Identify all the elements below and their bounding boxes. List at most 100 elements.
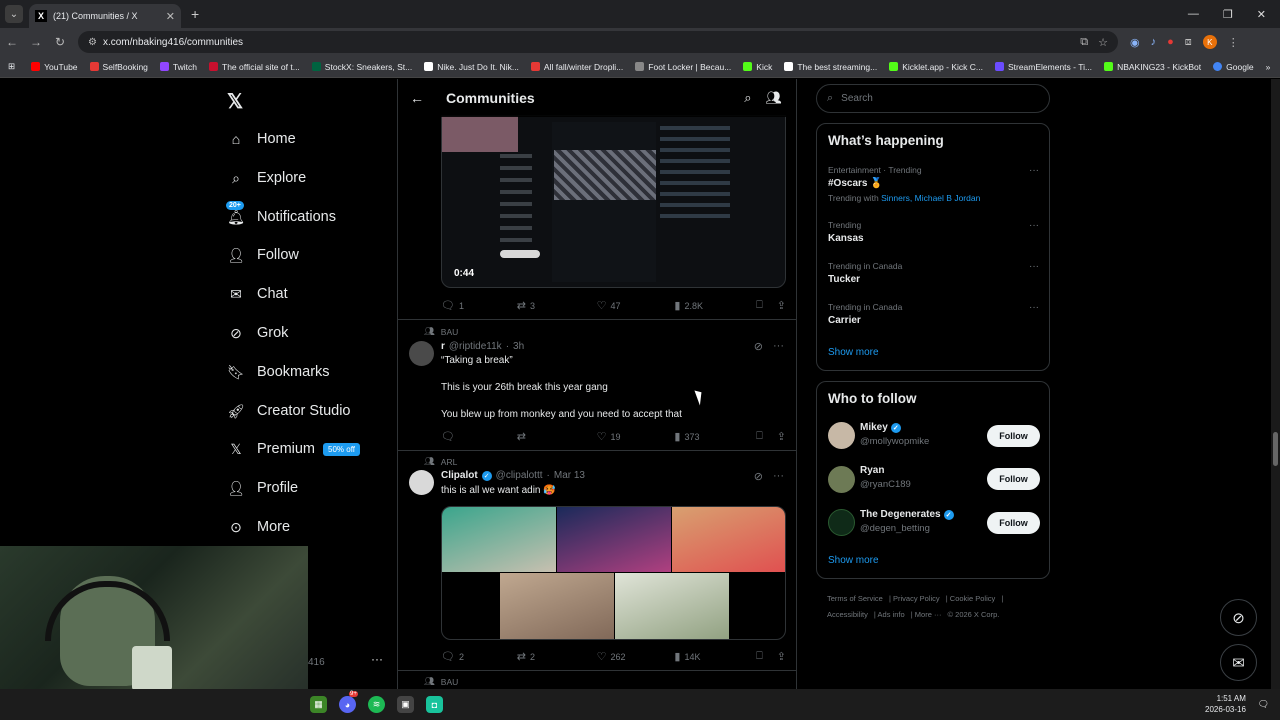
forward-button[interactable]: →	[24, 35, 48, 49]
trend-item[interactable]: Tucker	[828, 274, 860, 285]
search-icon[interactable]: ⌕	[744, 90, 751, 106]
communities-people-icon[interactable]: 👥︎	[765, 90, 782, 106]
nav-profile[interactable]: 👤︎ Profile	[227, 476, 298, 500]
bookmark-icon[interactable]: ⎕	[756, 650, 763, 663]
nav-bookmarks[interactable]: 🔖︎ Bookmarks	[227, 360, 329, 384]
tab-search-button[interactable]: ⌄	[5, 5, 23, 23]
media-image[interactable]	[442, 507, 556, 572]
grok-explain-icon[interactable]: ⊘	[754, 470, 763, 483]
nav-chat[interactable]: ✉ Chat	[227, 282, 288, 306]
avatar[interactable]	[828, 509, 855, 536]
reply-button[interactable]: 🗨︎ 1	[441, 299, 517, 312]
show-more-link[interactable]: Show more	[828, 555, 879, 566]
minimize-button[interactable]: —	[1188, 8, 1199, 21]
bookmark-streaming[interactable]: The best streaming...	[784, 62, 877, 72]
bookmark-google[interactable]: Google	[1213, 62, 1254, 72]
bookmarks-overflow-icon[interactable]: »	[1266, 62, 1271, 72]
bookmark-nike[interactable]: Nike. Just Do It. Nik...	[424, 62, 519, 72]
restore-button[interactable]: ❐	[1223, 8, 1233, 21]
bookmark-selfbooking[interactable]: SelfBooking	[89, 62, 148, 72]
nav-home[interactable]: ⌂ Home	[227, 127, 296, 151]
community-label[interactable]: 👥︎ BAU	[424, 676, 458, 687]
trend-item[interactable]: Carrier	[828, 315, 861, 326]
streaming-app-icon[interactable]: ◘	[426, 696, 443, 713]
nav-notifications[interactable]: 🔔︎ 20+ Notifications	[226, 201, 336, 229]
minecraft-icon[interactable]: ▦	[310, 696, 327, 713]
repost-button[interactable]: ⇄	[517, 430, 597, 443]
grok-explain-icon[interactable]: ⊘	[754, 340, 763, 353]
new-tab-button[interactable]: +	[191, 6, 199, 22]
back-button[interactable]: ←	[0, 35, 24, 49]
extension-audio-icon[interactable]: ♪	[1151, 36, 1157, 48]
bookmark-icon[interactable]: ⎕	[756, 299, 763, 312]
nav-premium[interactable]: 𝕏 Premium 50% off	[227, 437, 360, 461]
trend-more-icon[interactable]: ···	[1029, 165, 1039, 176]
grok-fab-icon[interactable]: ⊘	[1220, 599, 1257, 636]
avatar[interactable]	[409, 341, 434, 366]
views-button[interactable]: ▮ 2.8K	[674, 299, 756, 312]
site-info-icon[interactable]: ⚙	[88, 37, 97, 48]
post-more-icon[interactable]: ···	[773, 470, 784, 483]
bookmark-streamelements[interactable]: StreamElements - Ti...	[994, 62, 1092, 72]
like-button[interactable]: ♡ 262	[597, 650, 675, 663]
notification-center-icon[interactable]: 🗨︎	[1255, 696, 1272, 713]
follow-button[interactable]: Follow	[987, 425, 1040, 447]
back-arrow-icon[interactable]: ←	[410, 90, 424, 106]
bookmark-kicklet[interactable]: Kicklet.app - Kick C...	[889, 62, 983, 72]
browser-tab[interactable]: X (21) Communities / X ✕	[29, 4, 181, 28]
app-icon[interactable]: ▣	[397, 696, 414, 713]
discord-icon[interactable]: ◕ 9+	[339, 691, 358, 713]
search-input[interactable]: ⌕ Search	[816, 84, 1050, 113]
follow-button[interactable]: Follow	[987, 468, 1040, 490]
apps-grid-icon[interactable]: ⊞	[8, 61, 15, 72]
show-more-link[interactable]: Show more	[828, 347, 879, 358]
follow-button[interactable]: Follow	[987, 512, 1040, 534]
nav-grok[interactable]: ⊘ Grok	[227, 321, 288, 345]
bookmark-star-icon[interactable]: ☆	[1098, 36, 1108, 49]
reload-button[interactable]: ↻	[48, 35, 72, 49]
reply-button[interactable]: 🗨︎ 2	[441, 650, 517, 663]
x-logo-icon[interactable]: 𝕏	[227, 89, 243, 114]
omnibox[interactable]: ⚙ x.com/nbaking416/communities ⧉ ☆	[78, 31, 1118, 53]
extension-red-icon[interactable]: ●	[1167, 36, 1174, 48]
media-image[interactable]	[557, 507, 671, 572]
nav-follow[interactable]: 👤︎ Follow	[227, 243, 299, 267]
bookmark-supreme[interactable]: All fall/winter Dropli...	[530, 62, 623, 72]
install-app-icon[interactable]: ⧉	[1080, 36, 1088, 49]
media-image[interactable]	[672, 507, 785, 572]
close-window-button[interactable]: ✕	[1257, 8, 1266, 21]
avatar[interactable]	[828, 422, 855, 449]
messages-fab-icon[interactable]: ✉	[1220, 644, 1257, 681]
media-image[interactable]	[500, 573, 614, 639]
bookmark-official-site[interactable]: The official site of t...	[209, 62, 300, 72]
extensions-puzzle-icon[interactable]: ⧈	[1185, 36, 1192, 49]
like-button[interactable]: ♡ 19	[597, 430, 675, 443]
community-label[interactable]: 👥︎ BAU	[424, 326, 458, 337]
repost-button[interactable]: ⇄ 3	[517, 299, 597, 312]
nav-more[interactable]: ⊙ More	[227, 515, 290, 539]
post-more-icon[interactable]: ···	[773, 340, 784, 353]
bookmark-kick[interactable]: Kick	[743, 62, 772, 72]
like-button[interactable]: ♡ 47	[597, 299, 675, 312]
extension-shield-icon[interactable]: ◉	[1130, 36, 1140, 49]
trend-more-icon[interactable]: ···	[1029, 261, 1039, 272]
share-icon[interactable]: ⇪	[777, 650, 786, 663]
account-menu-icon[interactable]: ···	[371, 652, 383, 666]
views-button[interactable]: ▮ 14K	[674, 650, 756, 663]
reply-button[interactable]: 🗨︎	[441, 430, 517, 443]
avatar[interactable]	[409, 470, 434, 495]
bookmark-kickbot[interactable]: NBAKING23 - KickBot	[1104, 62, 1201, 72]
trend-more-icon[interactable]: ···	[1029, 302, 1039, 313]
trend-item[interactable]: #Oscars 🏅	[828, 178, 883, 189]
avatar[interactable]	[828, 466, 855, 493]
spotify-icon[interactable]: ≋	[368, 696, 385, 713]
system-clock[interactable]: 1:51 AM 2026-03-16	[1205, 693, 1246, 715]
views-button[interactable]: ▮ 373	[674, 430, 756, 443]
repost-button[interactable]: ⇄ 2	[517, 650, 597, 663]
share-icon[interactable]: ⇪	[777, 430, 786, 443]
trend-more-icon[interactable]: ···	[1029, 220, 1039, 231]
nav-explore[interactable]: ⌕ Explore	[227, 166, 306, 190]
bookmark-youtube[interactable]: YouTube	[31, 62, 78, 72]
media-image[interactable]	[615, 573, 729, 639]
share-icon[interactable]: ⇪	[777, 299, 786, 312]
